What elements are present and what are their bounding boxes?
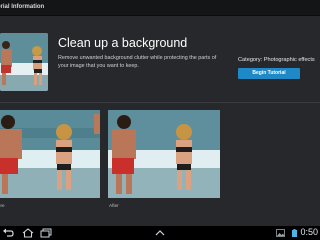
up-chevron-icon[interactable] (154, 228, 166, 238)
before-image (0, 110, 100, 198)
tutorial-description: Remove unwanted background clutter while… (58, 55, 217, 69)
after-label: After (109, 203, 119, 208)
before-photo (0, 110, 100, 198)
battery-icon (292, 229, 297, 237)
action-bar: Tutorial Information (0, 0, 320, 16)
tutorial-title: Clean up a background (58, 36, 188, 50)
before-label: Before (0, 203, 5, 208)
after-photo (108, 110, 220, 198)
after-image (108, 110, 220, 198)
recent-apps-icon[interactable] (40, 228, 52, 238)
page-title: Tutorial Information (0, 4, 45, 10)
system-nav-bar: 0:50 (0, 226, 320, 240)
tutorial-thumbnail (0, 33, 48, 91)
gallery-icon (276, 229, 285, 237)
section-divider (0, 102, 320, 103)
status-clock: 0:50 (300, 227, 318, 237)
back-icon[interactable] (2, 228, 14, 238)
thumbnail-photo (0, 33, 48, 91)
begin-tutorial-button[interactable]: Begin Tutorial (238, 68, 300, 79)
category-label: Category: Photographic effects (238, 57, 315, 63)
home-icon[interactable] (22, 228, 34, 238)
